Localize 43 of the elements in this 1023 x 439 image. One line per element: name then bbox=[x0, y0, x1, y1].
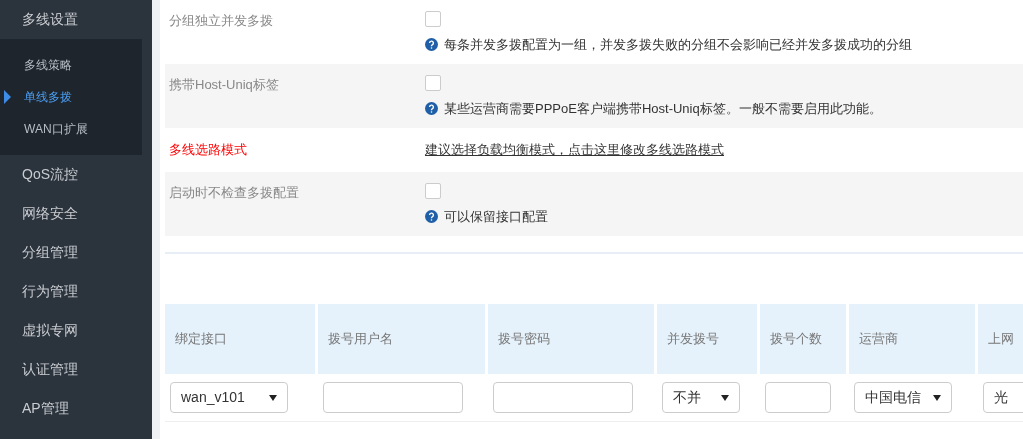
setting-label: 启动时不检查多拨配置 bbox=[168, 184, 300, 202]
dropdown[interactable]: wan_v101 bbox=[170, 382, 288, 413]
input-field[interactable] bbox=[323, 382, 463, 413]
column-header: 并发拨号 bbox=[657, 304, 757, 374]
column-header: 拨号密码 bbox=[488, 304, 654, 374]
column-header: 拨号个数 bbox=[760, 304, 846, 374]
caret-icon bbox=[269, 394, 277, 401]
caret-icon bbox=[933, 394, 941, 401]
sidebar-item[interactable]: 网络安全 bbox=[0, 194, 152, 233]
column-header: 拨号用户名 bbox=[318, 304, 485, 374]
help-icon bbox=[425, 38, 438, 52]
input-field[interactable] bbox=[493, 382, 633, 413]
dropdown[interactable]: 光 bbox=[983, 382, 1023, 413]
sidebar-item[interactable]: 多线设置 bbox=[0, 0, 152, 39]
input-field[interactable] bbox=[765, 382, 831, 413]
setting-label: 多线选路模式 bbox=[168, 141, 248, 160]
column-header: 运营商 bbox=[849, 304, 975, 374]
checkbox[interactable] bbox=[425, 183, 441, 199]
dropdown[interactable]: 中国电信 bbox=[854, 382, 952, 413]
sidebar-item[interactable]: 分组管理 bbox=[0, 233, 152, 272]
help-text: 某些运营商需要PPPoE客户端携带Host-Uniq标签。一般不需要启用此功能。 bbox=[444, 100, 882, 118]
submenu-item[interactable]: 多线策略 bbox=[0, 49, 142, 81]
sidebar-item[interactable]: 认证管理 bbox=[0, 350, 152, 389]
sidebar-item[interactable]: 虚拟专网 bbox=[0, 311, 152, 350]
caret-icon bbox=[721, 394, 729, 401]
mode-link[interactable]: 建议选择负载均衡模式，点击这里修改多线选路模式 bbox=[425, 140, 724, 160]
help-icon bbox=[425, 210, 438, 224]
submenu-item[interactable]: 单线多拨 bbox=[0, 81, 142, 113]
sidebar-item[interactable]: QoS流控 bbox=[0, 155, 152, 194]
submenu-item[interactable]: WAN口扩展 bbox=[0, 113, 142, 145]
sidebar-item[interactable]: AP管理 bbox=[0, 389, 152, 428]
help-text: 可以保留接口配置 bbox=[444, 208, 548, 226]
sidebar-item[interactable]: 行为管理 bbox=[0, 272, 152, 311]
checkbox[interactable] bbox=[425, 75, 441, 91]
help-text: 每条并发多拨配置为一组，并发多拨失败的分组不会影响已经并发多拨成功的分组 bbox=[444, 36, 912, 54]
column-header: 绑定接口 bbox=[165, 304, 315, 374]
help-icon bbox=[425, 102, 438, 116]
column-header: 上网 bbox=[978, 304, 1023, 374]
setting-label: 携带Host-Uniq标签 bbox=[168, 76, 280, 94]
pointer-icon bbox=[4, 90, 11, 104]
setting-label: 分组独立并发多拨 bbox=[168, 12, 274, 30]
checkbox[interactable] bbox=[425, 11, 441, 27]
dropdown[interactable]: 不并 bbox=[662, 382, 740, 413]
